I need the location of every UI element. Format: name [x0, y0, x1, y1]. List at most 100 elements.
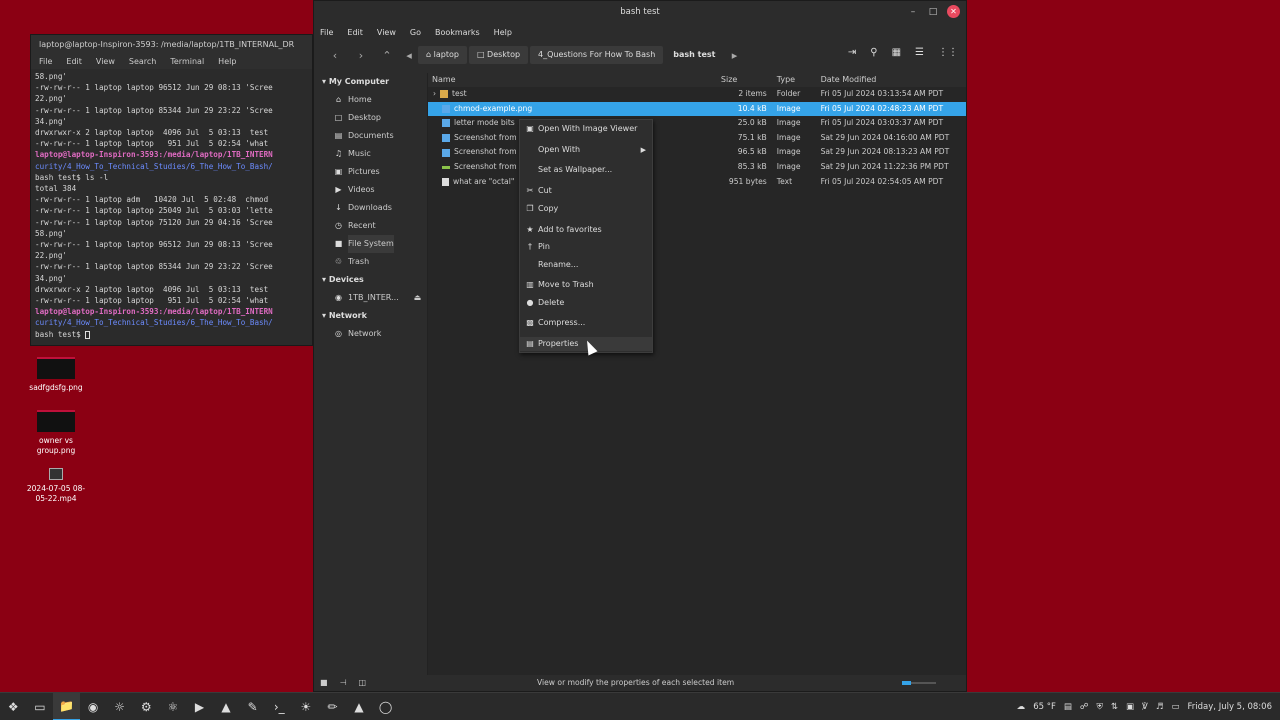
context-menu-rename[interactable]: Rename...: [520, 258, 652, 272]
sidebar-item-1tb-drive[interactable]: ◉ 1TB_INTER... ⏏: [314, 289, 427, 307]
obs-taskbar-icon[interactable]: ◯: [372, 693, 399, 720]
show-desktop-icon[interactable]: ▭: [27, 693, 54, 720]
breadcrumb-laptop[interactable]: ⌂ laptop: [418, 46, 467, 64]
menu-go[interactable]: Go: [410, 23, 421, 43]
sidebar-item-music[interactable]: ♫ Music: [314, 145, 427, 163]
menu-view[interactable]: View: [377, 23, 396, 43]
menu-launcher-icon[interactable]: ❖: [0, 693, 27, 720]
context-menu-set-as-wallpaper[interactable]: Set as Wallpaper...: [520, 163, 652, 177]
search-icon[interactable]: ⚲: [870, 47, 877, 58]
sidebar-item-trash[interactable]: ♲ Trash: [314, 253, 427, 271]
browser-taskbar-icon[interactable]: ◉: [80, 693, 107, 720]
sidebar-item-file-system[interactable]: ■ File System: [314, 235, 427, 253]
steam-taskbar-icon[interactable]: ⚛: [160, 693, 187, 720]
show-places-icon[interactable]: ■: [320, 675, 328, 691]
breadcrumb-bash-test[interactable]: bash test: [665, 46, 724, 64]
vlc-taskbar-icon[interactable]: ▲: [213, 693, 240, 720]
breadcrumb-right-icon[interactable]: ▸: [725, 49, 743, 62]
clock[interactable]: Friday, July 5, 08:06: [1188, 702, 1272, 712]
context-menu-copy[interactable]: ❐ Copy: [520, 202, 652, 216]
up-icon[interactable]: ⌃: [374, 49, 400, 62]
sidebar-item-home[interactable]: ⌂ Home: [314, 91, 427, 109]
column-name[interactable]: Name: [428, 73, 711, 87]
image-editor-taskbar-icon[interactable]: ✎: [239, 693, 266, 720]
column-date-modified[interactable]: Date Modified: [817, 73, 966, 87]
file-row[interactable]: Screenshot from 85.3 kB Image Sat 29 Jun 20…: [428, 160, 966, 175]
file-row[interactable]: › test 2 items Folder Fri 05 Jul 2024 03:13:…: [428, 87, 966, 102]
editor-taskbar-icon[interactable]: ✏: [319, 693, 346, 720]
sidebar-item-network[interactable]: ◎ Network: [314, 325, 427, 343]
sidebar-item-recent[interactable]: ◷ Recent: [314, 217, 427, 235]
sidebar-section-network[interactable]: ▾ Network: [314, 307, 427, 325]
sidebar-section-devices[interactable]: ▾ Devices: [314, 271, 427, 289]
file-manager-taskbar-icon[interactable]: 📁: [53, 693, 80, 720]
list-view-icon[interactable]: ☰: [915, 47, 924, 58]
close-icon[interactable]: ✕: [947, 5, 960, 18]
media-player-taskbar-icon[interactable]: ▶: [186, 693, 213, 720]
bluetooth-icon[interactable]: ℣: [1142, 702, 1148, 712]
terminal-taskbar-icon[interactable]: ›_: [266, 693, 293, 720]
column-type[interactable]: Type: [773, 73, 817, 87]
zoom-slider[interactable]: [902, 681, 936, 685]
breadcrumb-desktop[interactable]: □ Desktop: [468, 46, 529, 64]
sidebar-item-videos[interactable]: ▶ Videos: [314, 181, 427, 199]
context-menu-open-with[interactable]: Open With ▶: [520, 143, 652, 157]
battery-icon[interactable]: ▭: [1172, 702, 1180, 712]
sidebar-item-desktop[interactable]: □ Desktop: [314, 109, 427, 127]
file-row[interactable]: what are "octal" 951 bytes Text Fri 05 Jul …: [428, 175, 966, 190]
weather-icon[interactable]: ☁: [1017, 702, 1026, 712]
terminal-menu-help[interactable]: Help: [218, 55, 236, 69]
temperature[interactable]: 65 °F: [1033, 702, 1056, 712]
forward-icon[interactable]: ›: [348, 49, 374, 62]
context-menu-open-with-image-viewer[interactable]: ▣ Open With Image Viewer: [520, 122, 652, 136]
maximize-icon[interactable]: □: [927, 6, 939, 18]
terminal-menu-view[interactable]: View: [96, 55, 115, 69]
file-row[interactable]: chmod-example.png 10.4 kB Image Fri 05 Jul …: [428, 101, 966, 117]
eject-icon[interactable]: ⏏: [414, 289, 422, 307]
context-menu-pin[interactable]: † Pin: [520, 240, 652, 254]
terminal-menu-file[interactable]: File: [39, 55, 52, 69]
system-monitor-taskbar-icon[interactable]: ☀: [293, 693, 320, 720]
menu-bookmarks[interactable]: Bookmarks: [435, 23, 480, 43]
settings-taskbar-icon[interactable]: ⚙: [133, 693, 160, 720]
terminal-menu-search[interactable]: Search: [129, 55, 156, 69]
context-menu-cut[interactable]: ✂ Cut: [520, 184, 652, 198]
sidebar-item-pictures[interactable]: ▣ Pictures: [314, 163, 427, 181]
terminal-menu-edit[interactable]: Edit: [66, 55, 82, 69]
menu-edit[interactable]: Edit: [347, 23, 363, 43]
back-icon[interactable]: ‹: [322, 49, 348, 62]
file-row[interactable]: Screenshot from 96.5 kB Image Sat 29 Jun 20…: [428, 145, 966, 160]
desktop-icon-video[interactable]: 2024-07-05 08-05-22.mp4: [21, 468, 91, 504]
sidebar-item-documents[interactable]: ▤ Documents: [314, 127, 427, 145]
terminal-output[interactable]: 58.png' -rw-rw-r-- 1 laptop laptop 96512 …: [31, 69, 312, 345]
update-icon[interactable]: ☍: [1080, 702, 1089, 712]
menu-file[interactable]: File: [320, 23, 333, 43]
display-icon[interactable]: ▣: [1126, 702, 1134, 712]
compact-view-icon[interactable]: ⋮⋮: [938, 47, 958, 58]
context-menu-compress[interactable]: ▩ Compress...: [520, 316, 652, 330]
network-tray-icon[interactable]: ⇅: [1111, 702, 1118, 712]
menu-help[interactable]: Help: [494, 23, 512, 43]
context-menu-add-to-favorites[interactable]: ★ Add to favorites: [520, 223, 652, 237]
desktop-icon-owner-vs-group[interactable]: owner vs group.png: [21, 410, 91, 456]
terminal-window[interactable]: laptop@laptop-Inspiron-3593: /media/lapt…: [30, 34, 313, 346]
image-viewer-taskbar-icon[interactable]: ▲: [346, 693, 373, 720]
zoom-slider-handle[interactable]: [902, 681, 911, 685]
sidebar-item-downloads[interactable]: ↓ Downloads: [314, 199, 427, 217]
breadcrumb-questions[interactable]: 4_Questions For How To Bash: [530, 46, 664, 64]
desktop-icon-sadfgdsfg[interactable]: sadfgdsfg.png: [21, 357, 91, 393]
sidebar-section-my-computer[interactable]: ▾ My Computer: [314, 73, 427, 91]
expand-icon[interactable]: ›: [433, 87, 436, 102]
terminal-menu-terminal[interactable]: Terminal: [170, 55, 204, 69]
toggle-location-icon[interactable]: ⇥: [848, 47, 856, 58]
breadcrumb-left-icon[interactable]: ◂: [400, 49, 418, 62]
volume-icon[interactable]: ♬: [1156, 702, 1164, 712]
context-menu-move-to-trash[interactable]: ▥ Move to Trash: [520, 278, 652, 292]
file-row[interactable]: Screenshot from 75.1 kB Image Sat 29 Jun 20…: [428, 131, 966, 146]
file-list[interactable]: Name Size Type Date Modified › test 2 item…: [428, 73, 966, 677]
clipboard-icon[interactable]: ▤: [1064, 702, 1072, 712]
firefox-taskbar-icon[interactable]: ☼: [106, 693, 133, 720]
context-menu-delete[interactable]: ● Delete: [520, 296, 652, 310]
file-row[interactable]: letter mode bits 25.0 kB Image Fri 05 Jul 2…: [428, 116, 966, 131]
shield-icon[interactable]: ⛨: [1097, 702, 1103, 712]
